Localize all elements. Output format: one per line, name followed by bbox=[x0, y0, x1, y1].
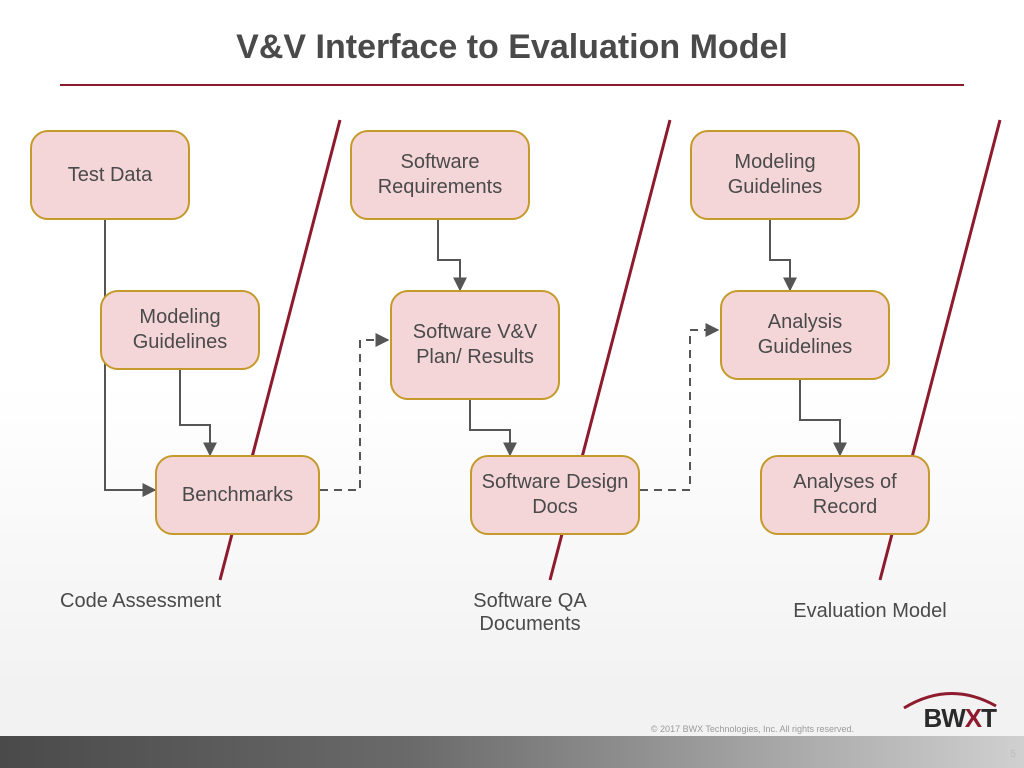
node-modeling-guidelines-1: Modeling Guidelines bbox=[100, 290, 260, 370]
page-number: 5 bbox=[1010, 749, 1016, 760]
logo-text-t: T bbox=[981, 703, 996, 733]
label-software-qa: Software QA Documents bbox=[430, 590, 630, 636]
title-rule bbox=[60, 84, 964, 86]
node-analysis-guidelines: Analysis Guidelines bbox=[720, 290, 890, 380]
footer-bar bbox=[0, 736, 1024, 768]
node-software-design-docs: Software Design Docs bbox=[470, 455, 640, 535]
node-analyses-of-record: Analyses of Record bbox=[760, 455, 930, 535]
logo-text-x: X bbox=[965, 703, 981, 733]
node-modeling-guidelines-2: Modeling Guidelines bbox=[690, 130, 860, 220]
slide-title: V&V Interface to Evaluation Model bbox=[0, 28, 1024, 67]
node-benchmarks: Benchmarks bbox=[155, 455, 320, 535]
node-software-vv-plan: Software V&V Plan/ Results bbox=[390, 290, 560, 400]
copyright-text: © 2017 BWX Technologies, Inc. All rights… bbox=[651, 724, 854, 734]
node-software-requirements: Software Requirements bbox=[350, 130, 530, 220]
label-evaluation-model: Evaluation Model bbox=[770, 600, 970, 623]
company-logo: BWXT bbox=[923, 703, 996, 734]
node-test-data: Test Data bbox=[30, 130, 190, 220]
logo-text-bw: BW bbox=[923, 703, 964, 733]
label-code-assessment: Code Assessment bbox=[60, 590, 260, 613]
